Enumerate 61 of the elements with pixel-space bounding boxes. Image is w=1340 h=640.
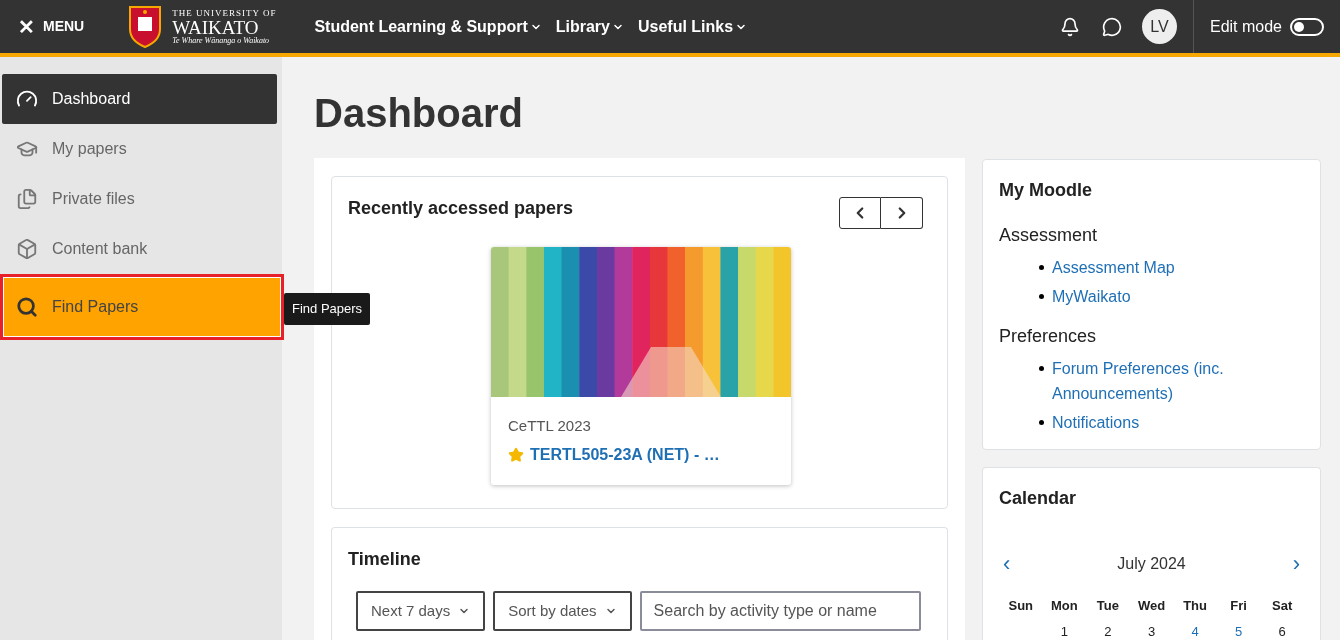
- menu-link[interactable]: MyWaikato: [1052, 284, 1272, 309]
- menu-link[interactable]: Notifications: [1052, 410, 1272, 435]
- calendar-day: 1: [1042, 621, 1087, 640]
- filter-dropdown[interactable]: Next 7 days: [356, 591, 486, 631]
- calendar-day[interactable]: 5: [1216, 621, 1261, 640]
- card-title: Calendar: [999, 487, 1078, 510]
- nav-menu[interactable]: Useful Links: [638, 14, 748, 39]
- next-button[interactable]: [881, 197, 923, 229]
- bullet-icon: [1039, 294, 1044, 299]
- calendar-day[interactable]: 4: [1173, 621, 1217, 640]
- previous-button[interactable]: [839, 197, 881, 229]
- page-title: Dashboard: [314, 89, 524, 137]
- next-month-button[interactable]: ›: [1292, 553, 1300, 575]
- card-title: Timeline: [348, 548, 422, 571]
- search-field[interactable]: Search by activity type or name: [639, 591, 921, 631]
- nav-menu[interactable]: Student Learning & Support: [314, 14, 542, 39]
- bullet-icon: [1039, 265, 1044, 270]
- bullet-icon: [1039, 366, 1044, 371]
- edit-mode-label: Edit mode: [1209, 16, 1282, 37]
- weekday-label: Mon: [1050, 597, 1079, 615]
- sidebar-item[interactable]: Private files: [2, 174, 277, 224]
- sidebar-item[interactable]: Content bank: [2, 224, 277, 274]
- calendar-day: 6: [1260, 621, 1304, 640]
- calendar-day: 3: [1129, 621, 1174, 640]
- logo-text: THE UNIVERSITY OF: [172, 8, 277, 18]
- weekday-label: Wed: [1136, 597, 1167, 615]
- weekday-label: Sat: [1271, 597, 1294, 615]
- edit-mode-toggle[interactable]: [1290, 17, 1324, 36]
- menu-link[interactable]: Forum Preferences (inc. Announcements): [1052, 356, 1272, 406]
- nav-menu[interactable]: Library: [555, 14, 624, 39]
- weekday-label: Fri: [1229, 597, 1248, 615]
- filter-dropdown[interactable]: Sort by dates: [493, 591, 632, 631]
- calendar-day: 2: [1086, 621, 1130, 640]
- weekday-label: Sun: [1007, 597, 1035, 615]
- cube-icon: [16, 238, 38, 260]
- card-title: Recently accessed papers: [348, 197, 574, 220]
- user-avatar[interactable]: LV: [1141, 9, 1177, 44]
- weekday-label: Tue: [1095, 597, 1120, 615]
- menu-button[interactable]: ✕ MENU: [18, 16, 85, 37]
- paper-card[interactable]: CeTTL 2023 TERTL505-23A (NET) - …: [491, 247, 791, 485]
- close-icon: ✕: [18, 16, 35, 37]
- tooltip: Find Papers: [284, 293, 371, 325]
- card-title: My Moodle: [999, 179, 1093, 202]
- sidebar-item[interactable]: Find Papers: [0, 274, 284, 340]
- search-icon: [16, 296, 38, 318]
- paper-link[interactable]: TERTL505-23A (NET) - …: [530, 442, 720, 467]
- sidebar-item[interactable]: Dashboard: [2, 74, 277, 124]
- menu-link[interactable]: Assessment Map: [1052, 255, 1272, 280]
- section-heading: Preferences: [999, 325, 1098, 348]
- bullet-icon: [1039, 420, 1044, 425]
- chat-bubble-icon[interactable]: [1101, 16, 1122, 37]
- logo-subtitle: Te Whare Wānanga o Waikato: [172, 36, 271, 45]
- files-icon: [16, 188, 38, 210]
- previous-month-button[interactable]: ‹: [1003, 553, 1011, 575]
- weekday-label: Thu: [1182, 597, 1208, 615]
- logo-text: WAIKATO: [172, 17, 259, 37]
- month-label: July 2024: [1117, 554, 1186, 574]
- notification-bell-icon[interactable]: [1059, 16, 1080, 37]
- paper-category: CeTTL 2023: [508, 416, 592, 436]
- section-heading: Assessment: [999, 224, 1099, 247]
- sidebar-item[interactable]: My papers: [2, 124, 277, 174]
